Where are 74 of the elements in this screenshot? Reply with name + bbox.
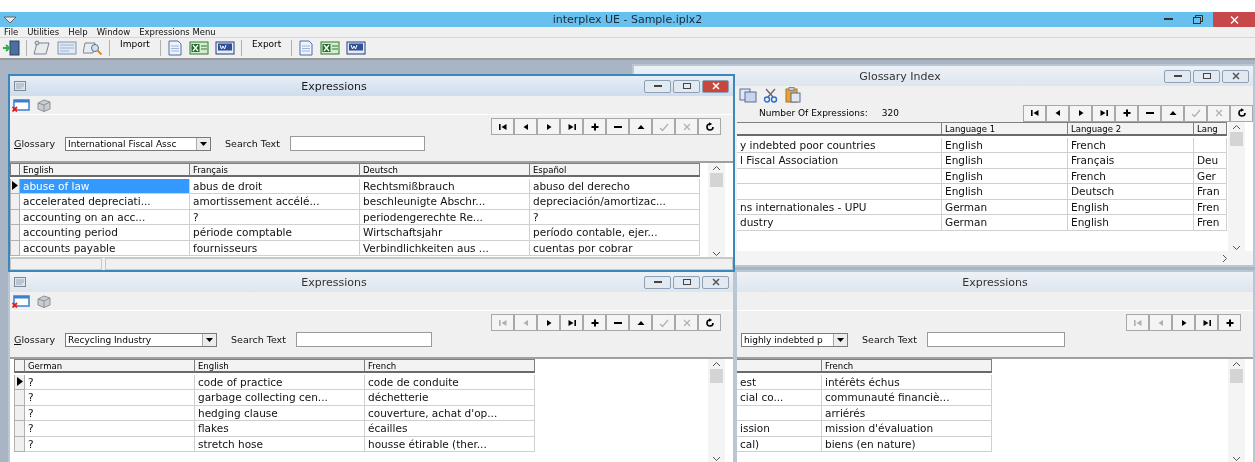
glossary-label: Glossary — [14, 334, 56, 345]
window-title: Expressions — [961, 275, 1029, 289]
column-header[interactable]: Language 1 — [942, 122, 1068, 136]
table-cell: depreciación/amortizac... — [530, 194, 700, 210]
table-cell: Rechtsmißbrauch — [360, 178, 530, 194]
column-header[interactable]: Deutsch — [360, 163, 530, 177]
table-cell: Français — [1068, 153, 1194, 169]
glossary-dropdown[interactable]: highly indebted p — [741, 332, 848, 347]
search-label: Search Text — [862, 334, 917, 345]
table-cell: l Fiscal Association — [737, 153, 942, 169]
column-header[interactable]: German — [25, 359, 195, 373]
table-cell: communauté financiè... — [822, 390, 992, 406]
table-cell: English — [942, 137, 1068, 153]
search-label: Search Text — [231, 334, 286, 345]
table-cell: abus de droit — [190, 178, 360, 194]
table-cell: est — [737, 374, 822, 390]
table-cell: ission — [737, 421, 822, 437]
table-cell: French — [1068, 137, 1194, 153]
menu-item[interactable]: Window — [96, 27, 131, 37]
app-title: interplex UE - Sample.iplx2 — [552, 13, 703, 26]
table-cell: ? — [25, 421, 195, 437]
table-cell: y indebted poor countries — [737, 137, 942, 153]
table-cell: German — [942, 215, 1068, 231]
column-header[interactable]: English — [195, 359, 365, 373]
table-cell: English — [942, 184, 1068, 200]
menu-item[interactable]: File — [4, 27, 19, 37]
column-header[interactable]: Lang — [1194, 122, 1227, 136]
table-cell: dustry — [737, 215, 942, 231]
menu-item[interactable]: Utilities — [27, 27, 60, 37]
table-cell: cial co... — [737, 390, 822, 406]
table-cell: Deutsch — [1068, 184, 1194, 200]
export-button[interactable]: Export — [247, 39, 286, 49]
table-cell: écailles — [365, 421, 535, 437]
table-cell: déchetterie — [365, 390, 535, 406]
count-label: Number Of Expressions: — [759, 108, 868, 118]
menu-item[interactable]: Help — [68, 27, 88, 37]
column-header[interactable]: French — [365, 359, 535, 373]
glossary-dropdown[interactable]: Recycling Industry — [65, 332, 218, 347]
table-cell: Deu — [1194, 153, 1227, 169]
table-cell: ? — [25, 374, 195, 390]
glossary-label: Glossary — [14, 138, 56, 149]
table-cell: accounting period — [20, 225, 190, 241]
table-cell: Wirtschaftsjahr — [360, 225, 530, 241]
table-cell: ? — [25, 390, 195, 406]
window-title: Expressions — [300, 275, 368, 289]
column-header[interactable]: English — [20, 163, 190, 177]
table-cell: English — [942, 153, 1068, 169]
column-header[interactable]: Español — [530, 163, 700, 177]
table-cell: intérêts échus — [822, 374, 992, 390]
table-cell: mission d'évaluation — [822, 421, 992, 437]
column-header[interactable]: French — [822, 359, 992, 373]
table-cell: período contable, ejer... — [530, 225, 700, 241]
table-cell: code de conduite — [365, 374, 535, 390]
glossary-dropdown[interactable]: International Fiscal Assc — [65, 136, 212, 151]
column-header[interactable]: Français — [190, 163, 360, 177]
table-cell: flakes — [195, 421, 365, 437]
table-cell: English — [1068, 215, 1194, 231]
window-title: Glossary Index — [858, 69, 942, 83]
table-cell: code of practice — [195, 374, 365, 390]
menu-item[interactable]: Expressions Menu — [139, 27, 216, 37]
table-cell: Fren — [1194, 215, 1227, 231]
table-cell: période comptable — [190, 225, 360, 241]
window-title: Expressions — [300, 79, 368, 93]
table-cell: abuso del derecho — [530, 178, 700, 194]
table-cell: amortissement accélé... — [190, 194, 360, 210]
column-header[interactable]: Language 2 — [1068, 122, 1194, 136]
table-cell: garbage collecting cen... — [195, 390, 365, 406]
search-label: Search Text — [225, 138, 280, 149]
table-cell: abuse of law — [20, 178, 190, 194]
import-button[interactable]: Import — [116, 39, 154, 49]
count-value: 320 — [881, 108, 899, 118]
table-cell: beschleunigte Abschr... — [360, 194, 530, 210]
table-cell: Fran — [1194, 184, 1227, 200]
table-cell: accelerated depreciati... — [20, 194, 190, 210]
